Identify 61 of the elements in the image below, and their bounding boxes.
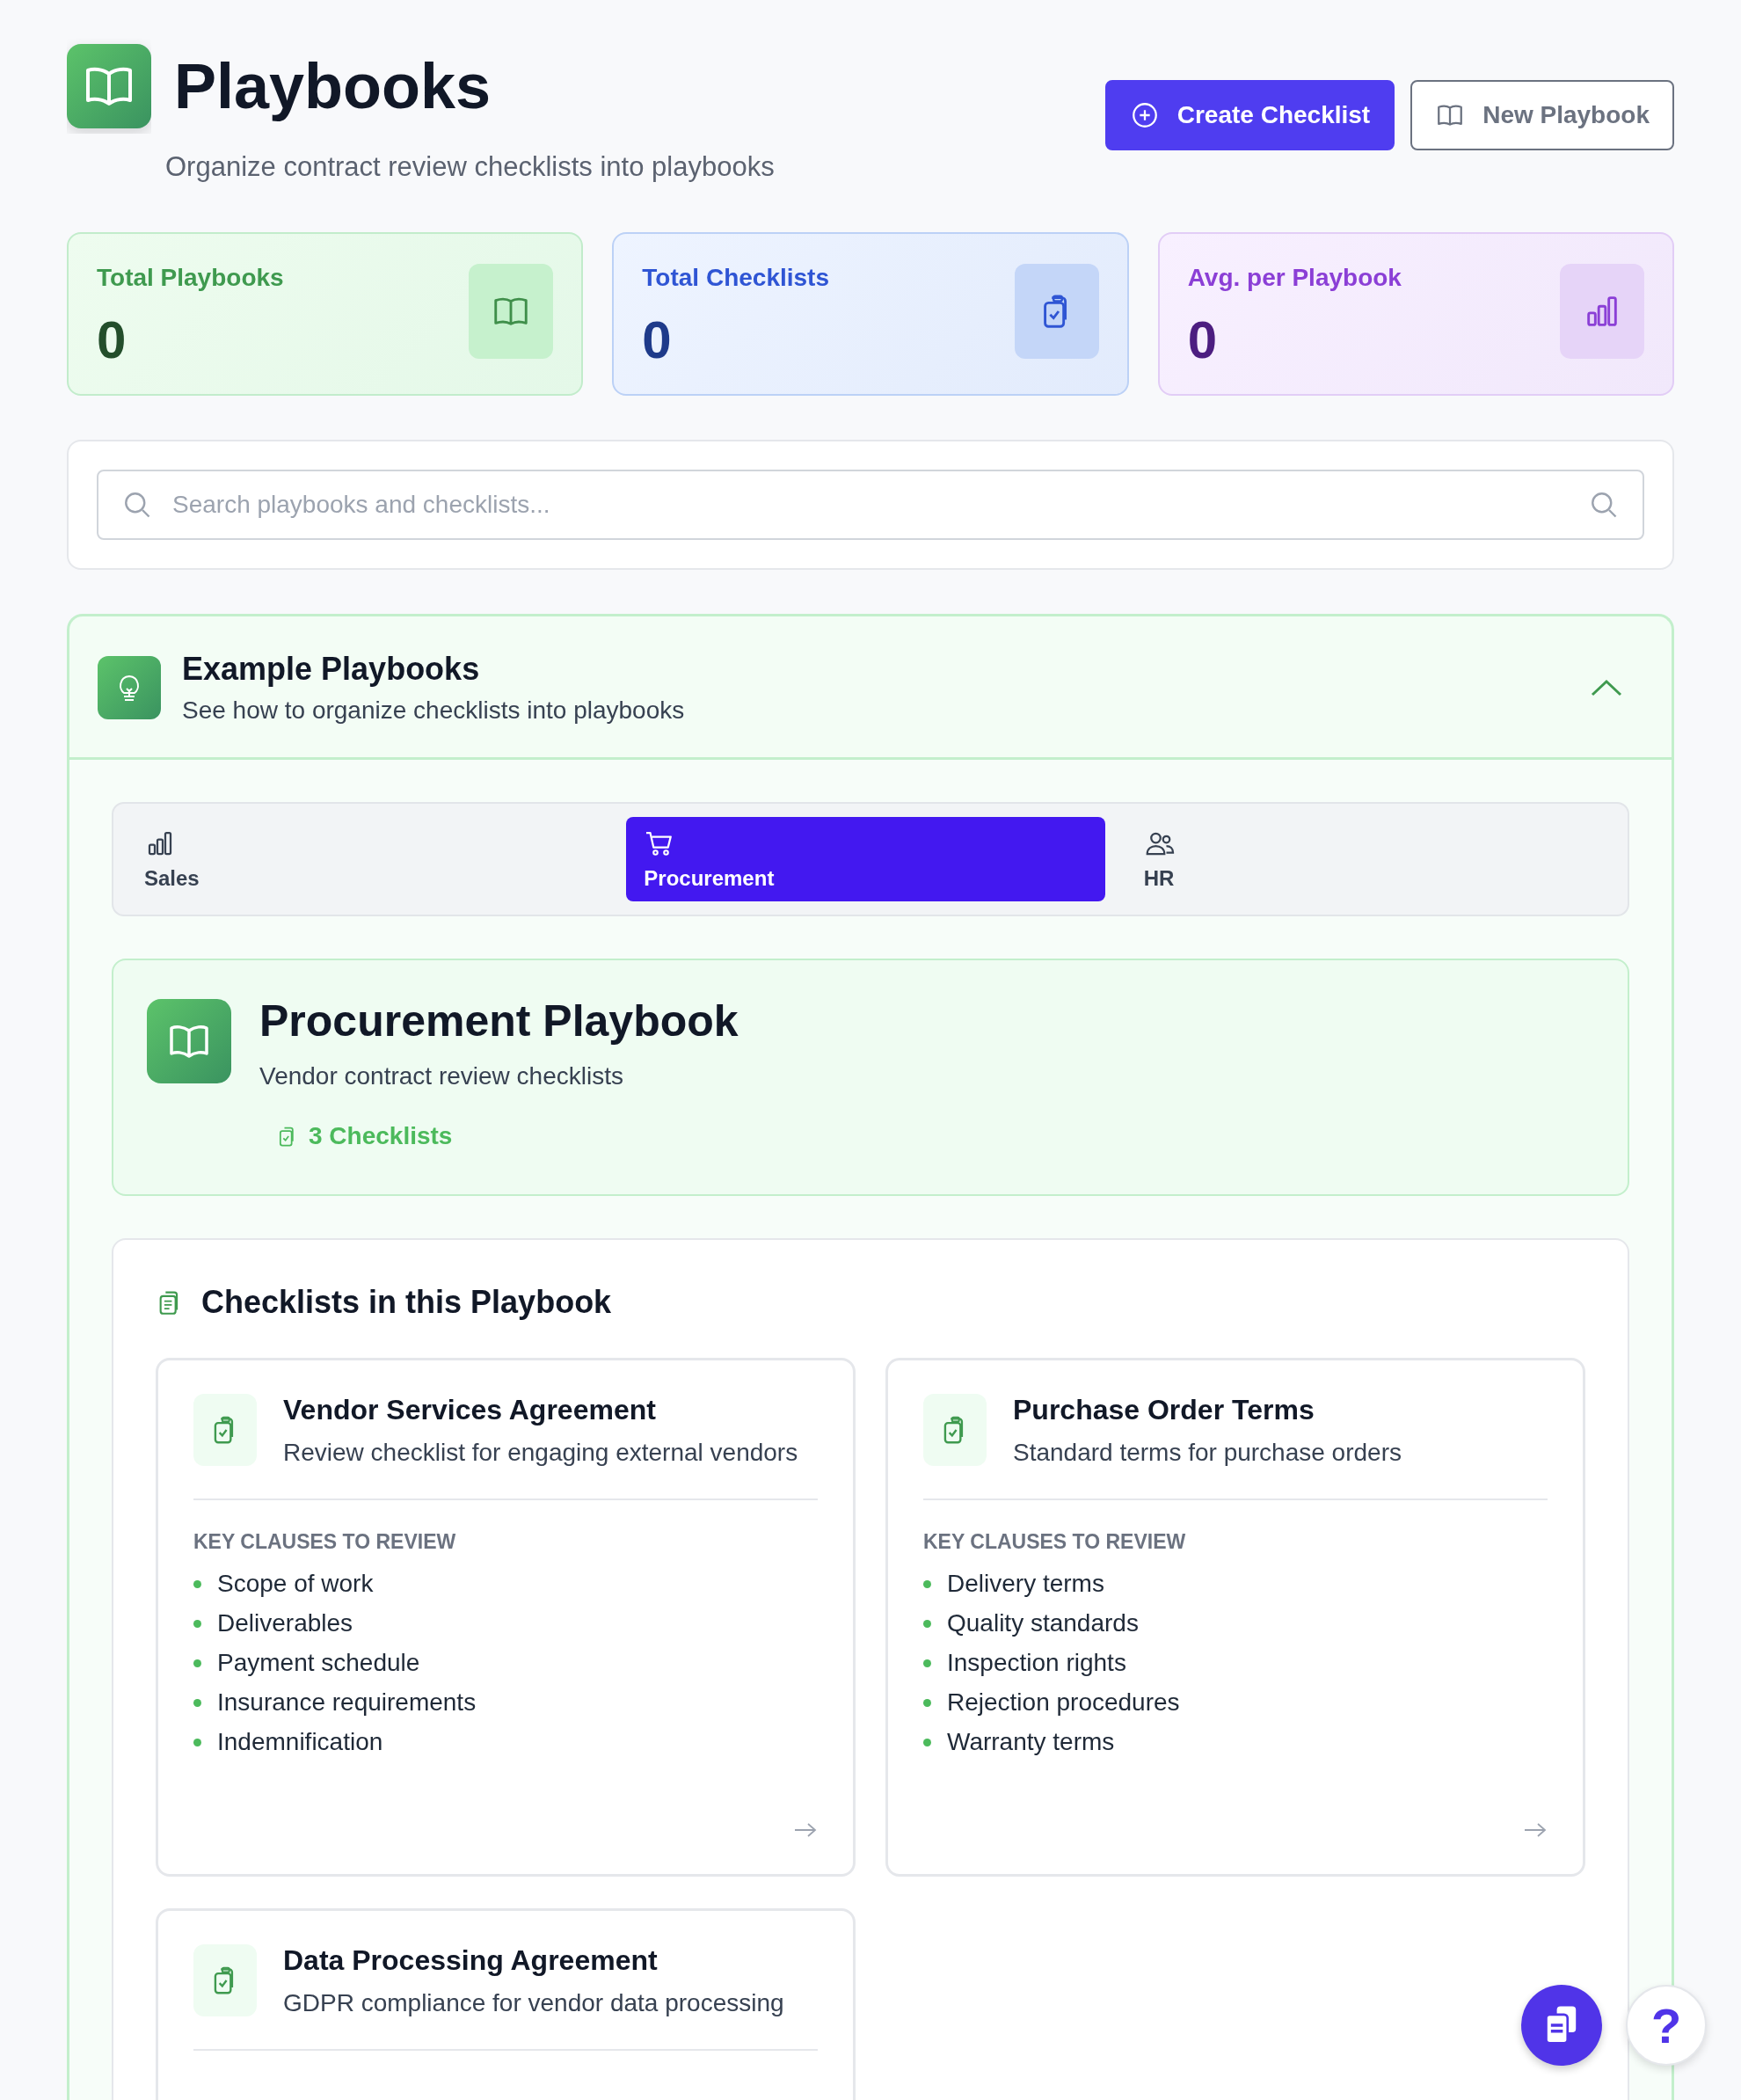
checklist-description: Review checklist for engaging external vendors bbox=[283, 1439, 798, 1467]
stat-label: Avg. per Playbook bbox=[1187, 264, 1402, 292]
checklist-description: Standard terms for purchase orders bbox=[1013, 1439, 1402, 1467]
stat-value: 0 bbox=[97, 310, 127, 370]
playbook-subtitle: Vendor contract review checklists bbox=[259, 1062, 624, 1090]
checklist-description: GDPR compliance for vendor data processing bbox=[283, 1989, 784, 2017]
bullet-dot bbox=[193, 1659, 201, 1667]
checklist-card[interactable]: Data Processing Agreement GDPR compliance for vendor data processing bbox=[156, 1908, 856, 2100]
create-checklist-button[interactable]: Create Checklist bbox=[1104, 80, 1395, 150]
bullet-dot bbox=[923, 1619, 931, 1628]
book-icon bbox=[469, 264, 554, 359]
new-playbook-button[interactable]: New Playbook bbox=[1410, 80, 1674, 150]
checklist-title: Purchase Order Terms bbox=[1013, 1394, 1315, 1426]
category-tab[interactable]: HR bbox=[1125, 817, 1605, 901]
clause-item: Rejection procedures bbox=[947, 1688, 1180, 1717]
clause-item: Deliverables bbox=[217, 1609, 353, 1637]
stat-value: 0 bbox=[642, 310, 673, 370]
checklist-count: 3 Checklists bbox=[309, 1122, 453, 1150]
clause-item: Inspection rights bbox=[947, 1649, 1126, 1677]
bullet-dot bbox=[193, 1738, 201, 1746]
clause-item: Delivery terms bbox=[947, 1570, 1104, 1598]
clause-item: Insurance requirements bbox=[217, 1688, 477, 1717]
clause-item: Quality standards bbox=[947, 1609, 1139, 1637]
bar-chart-icon bbox=[1560, 264, 1644, 359]
checklist-title: Data Processing Agreement bbox=[283, 1944, 659, 1977]
page-subtitle: Organize contract review checklists into playbooks bbox=[165, 151, 775, 183]
chevron-up-icon[interactable] bbox=[1591, 678, 1622, 697]
clauses-heading: KEY CLAUSES TO REVIEW bbox=[193, 1530, 457, 1554]
section-title: Example Playbooks bbox=[182, 651, 481, 688]
stat-label: Total Checklists bbox=[642, 264, 829, 292]
bullet-dot bbox=[923, 1579, 931, 1588]
bullet-dot bbox=[193, 1619, 201, 1628]
clipboard-icon bbox=[193, 1394, 257, 1466]
bullet-dot bbox=[923, 1698, 931, 1707]
help-button[interactable]: ? bbox=[1626, 1985, 1707, 2066]
clipboard-icon bbox=[1014, 264, 1099, 359]
clause-item: Warranty terms bbox=[947, 1728, 1115, 1756]
playbook-title: Procurement Playbook bbox=[259, 995, 739, 1046]
panel-title: Checklists in this Playbook bbox=[201, 1284, 612, 1321]
stat-label: Total Playbooks bbox=[97, 264, 284, 292]
clauses-heading: KEY CLAUSES TO REVIEW bbox=[923, 1530, 1187, 1554]
section-subtitle: See how to organize checklists into playbooks bbox=[182, 696, 686, 725]
clause-item: Payment schedule bbox=[217, 1649, 420, 1677]
clause-item: Indemnification bbox=[217, 1728, 383, 1756]
clause-item: Scope of work bbox=[217, 1570, 374, 1598]
bullet-dot bbox=[193, 1579, 201, 1588]
arrow-right-icon[interactable] bbox=[793, 1821, 818, 1839]
page-title: Playbooks bbox=[174, 50, 492, 122]
clipboard-icon bbox=[193, 1944, 257, 2016]
checklist-title: Vendor Services Agreement bbox=[283, 1394, 657, 1426]
clipboard-icon bbox=[923, 1394, 987, 1466]
category-tab[interactable]: Sales bbox=[127, 817, 606, 901]
category-tab[interactable]: Procurement bbox=[626, 817, 1105, 901]
checklist-card[interactable]: Vendor Services Agreement Review checklist for engaging external vendors KEY CLAUSES TO REVIEW Scope of work Deliverables Payment schedule Insurance requirements Indemnification bbox=[156, 1358, 856, 1877]
checklist-card[interactable]: Purchase Order Terms Standard terms for purchase orders KEY CLAUSES TO REVIEW Delivery terms Quality standards Inspection rights Rejection procedures Warranty terms bbox=[885, 1358, 1585, 1877]
bullet-dot bbox=[193, 1698, 201, 1707]
stat-value: 0 bbox=[1187, 310, 1219, 370]
bullet-dot bbox=[923, 1659, 931, 1667]
bullet-dot bbox=[923, 1738, 931, 1746]
search-field[interactable]: Search playbooks and checklists... bbox=[97, 470, 1644, 540]
arrow-right-icon[interactable] bbox=[1523, 1821, 1548, 1839]
